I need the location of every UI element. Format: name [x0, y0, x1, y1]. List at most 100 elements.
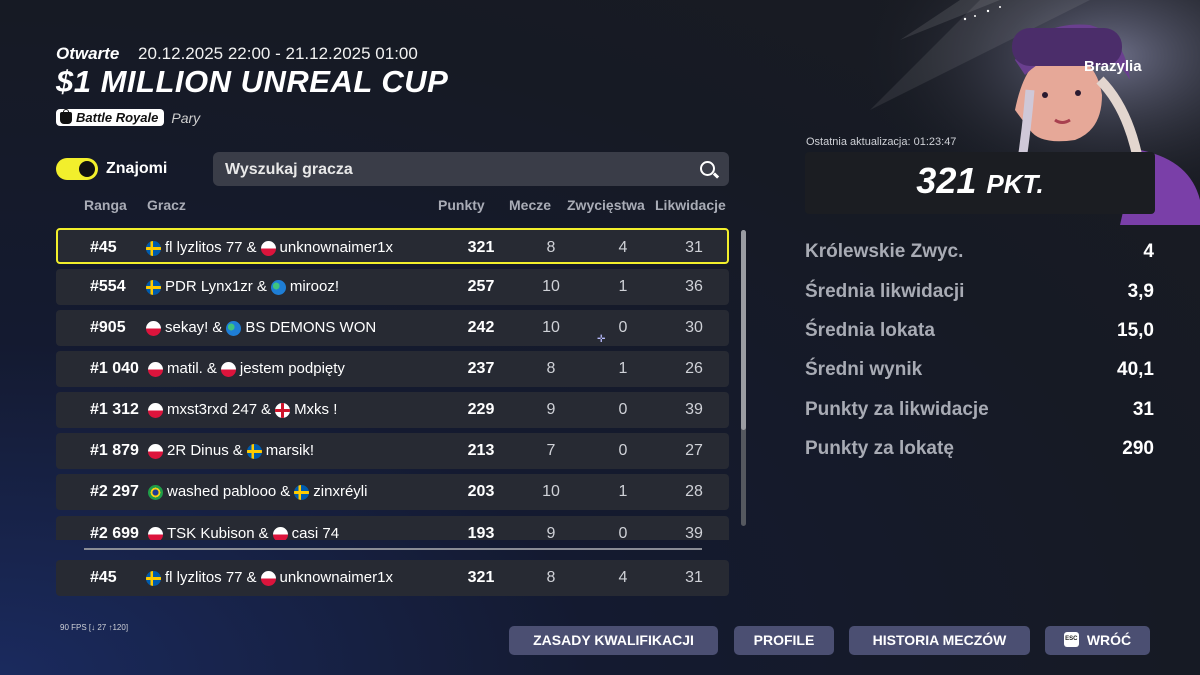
- search-icon[interactable]: [700, 161, 715, 176]
- sweden-flag-icon: [246, 443, 262, 459]
- leaderboard-list[interactable]: #45 fl lyzlitos 77 & unknownaimer1x 321 …: [56, 228, 736, 540]
- qualification-rules-button[interactable]: ZASADY KWALIFIKACJI: [509, 626, 718, 655]
- row-matches: 8: [546, 569, 556, 586]
- row-players: TSK Kubison & casi 74: [148, 516, 339, 540]
- row-rank: #1 879: [90, 442, 139, 459]
- row-points: 229: [467, 401, 495, 418]
- table-row[interactable]: #1 879 2R Dinus & marsik! 213 7 0 27: [56, 433, 729, 469]
- poland-flag-icon: [220, 361, 236, 377]
- poland-flag-icon: [146, 320, 161, 336]
- brazil-flag-icon: [148, 484, 163, 500]
- back-button[interactable]: ESC WRÓĆ: [1045, 626, 1150, 655]
- player-1: sekay!: [165, 319, 209, 336]
- row-points: 203: [467, 483, 495, 500]
- row-points: 257: [467, 278, 495, 295]
- total-points-value: 321: [916, 160, 977, 201]
- row-eliminations: 39: [685, 401, 703, 418]
- player-1: fl lyzlitos 77: [165, 569, 243, 586]
- row-wins: 0: [618, 525, 628, 540]
- match-history-button[interactable]: HISTORIA MECZÓW: [849, 626, 1030, 655]
- row-points: 242: [467, 319, 495, 336]
- total-points: 321 PKT.: [805, 160, 1155, 202]
- stat-value: 40,1: [1117, 359, 1154, 380]
- search-input[interactable]: [223, 152, 687, 188]
- table-row[interactable]: #554 PDR Lynx1zr & mirooz! 257 10 1 36: [56, 269, 729, 305]
- row-eliminations: 30: [685, 319, 703, 336]
- region-label: Brazylia: [1084, 58, 1142, 75]
- esc-key-icon: ESC: [1063, 631, 1079, 647]
- player-1: mxst3rxd 247: [167, 401, 258, 418]
- search-bar: [213, 152, 729, 188]
- table-row[interactable]: #2 699 TSK Kubison & casi 74 193 9 0 39: [56, 516, 729, 540]
- row-matches: 8: [546, 239, 556, 256]
- row-wins: 0: [618, 319, 628, 336]
- player-1: 2R Dinus: [167, 442, 229, 459]
- divider: [84, 548, 702, 550]
- table-row[interactable]: #2 297 washed pablooo & zinxréyli 203 10…: [56, 474, 729, 510]
- row-matches: 9: [546, 525, 556, 540]
- profile-button[interactable]: PROFILE: [734, 626, 834, 655]
- row-points: 237: [467, 360, 495, 377]
- sweden-flag-icon: [146, 279, 161, 295]
- mode-sub-label: Pary: [171, 109, 201, 126]
- row-eliminations: 31: [685, 239, 703, 256]
- header-eliminations: Likwidacje: [655, 197, 726, 213]
- row-eliminations: 27: [685, 442, 703, 459]
- fps-counter: 90 FPS [↓ 27 ↑120]: [60, 623, 129, 632]
- poland-flag-icon: [148, 361, 163, 377]
- poland-flag-icon: [148, 402, 163, 418]
- row-eliminations: 39: [685, 525, 703, 540]
- table-row[interactable]: #1 040 matil. & jestem podpięty 237 8 1 …: [56, 351, 729, 387]
- toggle-knob: [79, 161, 95, 177]
- mode-badge: Battle Royale: [56, 108, 165, 126]
- row-rank: #45: [90, 239, 117, 256]
- row-players: 2R Dinus & marsik!: [148, 433, 314, 469]
- separator: &: [256, 278, 267, 295]
- row-matches: 9: [546, 401, 556, 418]
- row-rank: #2 699: [90, 525, 139, 540]
- stat-label: Średnia lokata: [805, 320, 935, 341]
- total-points-unit: PKT.: [986, 169, 1044, 199]
- mode-label: Battle Royale: [76, 110, 159, 125]
- scrollbar-thumb[interactable]: [741, 230, 746, 430]
- row-players: PDR Lynx1zr & mirooz!: [146, 269, 339, 305]
- player-1: TSK Kubison: [167, 525, 255, 540]
- event-dates: 20.12.2025 22:00 - 21.12.2025 01:00: [138, 44, 418, 63]
- row-wins: 4: [618, 569, 628, 586]
- row-eliminations: 26: [685, 360, 703, 377]
- money-bag-icon: [60, 108, 72, 124]
- row-eliminations: 31: [685, 569, 703, 586]
- pinned-own-row[interactable]: #45 fl lyzlitos 77 & unknownaimer1x 321 …: [56, 560, 729, 596]
- stat-label: Królewskie Zwyc.: [805, 241, 964, 262]
- stat-value: 3,9: [1127, 281, 1154, 302]
- stat-label: Średnia likwidacji: [805, 281, 965, 302]
- stat-label: Punkty za lokatę: [805, 438, 954, 459]
- event-status-row: Otwarte 20.12.2025 22:00 - 21.12.2025 01…: [56, 44, 418, 64]
- header-player: Gracz: [147, 197, 186, 213]
- table-row-highlighted[interactable]: #45 fl lyzlitos 77 & unknownaimer1x 321 …: [56, 228, 729, 264]
- sweden-flag-icon: [146, 570, 161, 586]
- friends-toggle[interactable]: [56, 158, 98, 180]
- separator: &: [206, 360, 217, 377]
- separator: &: [212, 319, 223, 336]
- row-eliminations: 36: [685, 278, 703, 295]
- player-2: BS DEMONS WON: [245, 319, 377, 336]
- row-matches: 10: [542, 319, 560, 336]
- row-rank: #905: [90, 319, 126, 336]
- table-row[interactable]: #1 312 mxst3rxd 247 & Mxks ! 229 9 0 39: [56, 392, 729, 428]
- stat-value: 290: [1122, 438, 1154, 459]
- header-rank: Ranga: [84, 197, 127, 213]
- row-players: mxst3rxd 247 & Mxks !: [148, 392, 337, 428]
- player-2: unknownaimer1x: [279, 569, 393, 586]
- player-2: mirooz!: [289, 278, 340, 295]
- row-points: 321: [467, 239, 495, 256]
- table-row[interactable]: #905 sekay! & BS DEMONS WON 242 10 0 30: [56, 310, 729, 346]
- player-1: matil.: [167, 360, 203, 377]
- friends-label: Znajomi: [106, 160, 168, 177]
- row-points: 321: [467, 569, 495, 586]
- row-players: fl lyzlitos 77 & unknownaimer1x: [146, 560, 393, 596]
- row-eliminations: 28: [685, 483, 703, 500]
- header-wins: Zwycięstwa: [567, 197, 645, 213]
- poland-flag-icon: [148, 443, 163, 459]
- player-2: marsik!: [265, 442, 315, 459]
